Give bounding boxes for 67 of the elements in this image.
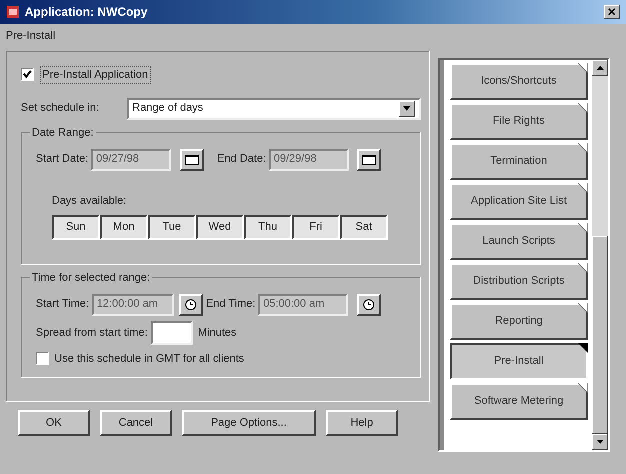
day-button[interactable]: Wed <box>196 214 244 240</box>
field-label: Days available: <box>52 194 127 206</box>
day-button[interactable]: Sun <box>52 214 100 240</box>
calendar-icon <box>362 154 376 164</box>
start-date-field[interactable]: 09/27/98 <box>91 148 172 170</box>
page-corner-icon <box>578 263 588 273</box>
page-tab[interactable]: File Rights <box>450 103 588 140</box>
day-button[interactable]: Tue <box>148 214 196 240</box>
scroll-up-button[interactable] <box>592 60 608 76</box>
dialog-button[interactable]: Help <box>326 410 398 436</box>
page-tab[interactable]: Software Metering <box>450 383 588 420</box>
calendar-button[interactable] <box>357 148 382 170</box>
calendar-button[interactable] <box>180 148 204 170</box>
close-button[interactable] <box>604 5 620 19</box>
page-corner-icon <box>578 143 588 153</box>
page-corner-icon <box>578 343 588 353</box>
clock-icon <box>362 298 375 310</box>
calendar-icon <box>184 154 199 164</box>
dialog-button[interactable]: Cancel <box>100 410 172 436</box>
checkbox[interactable] <box>21 68 34 82</box>
page-tab[interactable]: Icons/Shortcuts <box>450 63 588 100</box>
up-arrow-icon <box>596 66 604 70</box>
field-label: End Time: <box>206 297 256 312</box>
page-tab[interactable]: Termination <box>450 143 588 180</box>
field-label: Start Date: <box>36 152 89 168</box>
day-button[interactable]: Thu <box>244 214 292 240</box>
page-tab[interactable]: Application Site List <box>450 183 588 220</box>
window-title: Application: NWCopy <box>25 4 148 21</box>
start-time-field[interactable]: 12:00:00 am <box>92 294 174 316</box>
day-button[interactable]: Sat <box>340 214 388 240</box>
day-button[interactable]: Fri <box>292 214 340 240</box>
down-arrow-icon <box>596 440 604 444</box>
app-icon <box>6 5 20 19</box>
dialog-button[interactable]: Page Options... <box>182 410 316 436</box>
field-label: End Date: <box>217 152 266 168</box>
checkbox[interactable] <box>36 352 49 366</box>
page-corner-icon <box>578 63 588 73</box>
checkmark-icon <box>23 70 32 80</box>
page-tab[interactable]: Launch Scripts <box>450 223 588 260</box>
field-label: Spread from start time: <box>36 326 148 341</box>
clock-button[interactable] <box>356 294 381 316</box>
spread-field[interactable] <box>150 321 193 345</box>
schedule-dropdown[interactable]: Range of days <box>126 98 421 120</box>
dialog-button[interactable]: OK <box>18 410 90 436</box>
page-corner-icon <box>578 103 588 113</box>
end-time-field[interactable]: 05:00:00 am <box>258 294 348 316</box>
clock-button[interactable] <box>179 294 204 316</box>
dropdown-arrow-icon <box>403 106 411 111</box>
page-tab[interactable]: Distribution Scripts <box>450 263 588 300</box>
page-corner-icon <box>578 383 588 393</box>
page-corner-icon <box>578 183 588 193</box>
scrollbar-thumb[interactable] <box>592 236 608 434</box>
page-tab[interactable]: Reporting <box>450 303 588 340</box>
page-corner-icon <box>578 223 588 233</box>
day-button[interactable]: Mon <box>100 214 148 240</box>
checkbox-label[interactable]: Use this schedule in GMT for all clients <box>54 350 244 367</box>
page-tab[interactable]: Pre-Install <box>450 343 588 380</box>
end-date-field[interactable]: 09/29/98 <box>269 148 349 170</box>
unit-label: Minutes <box>198 326 237 341</box>
clock-icon <box>185 298 198 310</box>
field-label: Start Time: <box>36 297 90 312</box>
page-corner-icon <box>578 303 588 313</box>
checkbox-label[interactable]: Pre-Install Application <box>40 66 152 84</box>
scroll-down-button[interactable] <box>592 434 608 450</box>
close-icon <box>608 8 616 16</box>
page-title: Pre-Install <box>6 29 57 44</box>
field-label: Set schedule in: <box>21 101 100 116</box>
